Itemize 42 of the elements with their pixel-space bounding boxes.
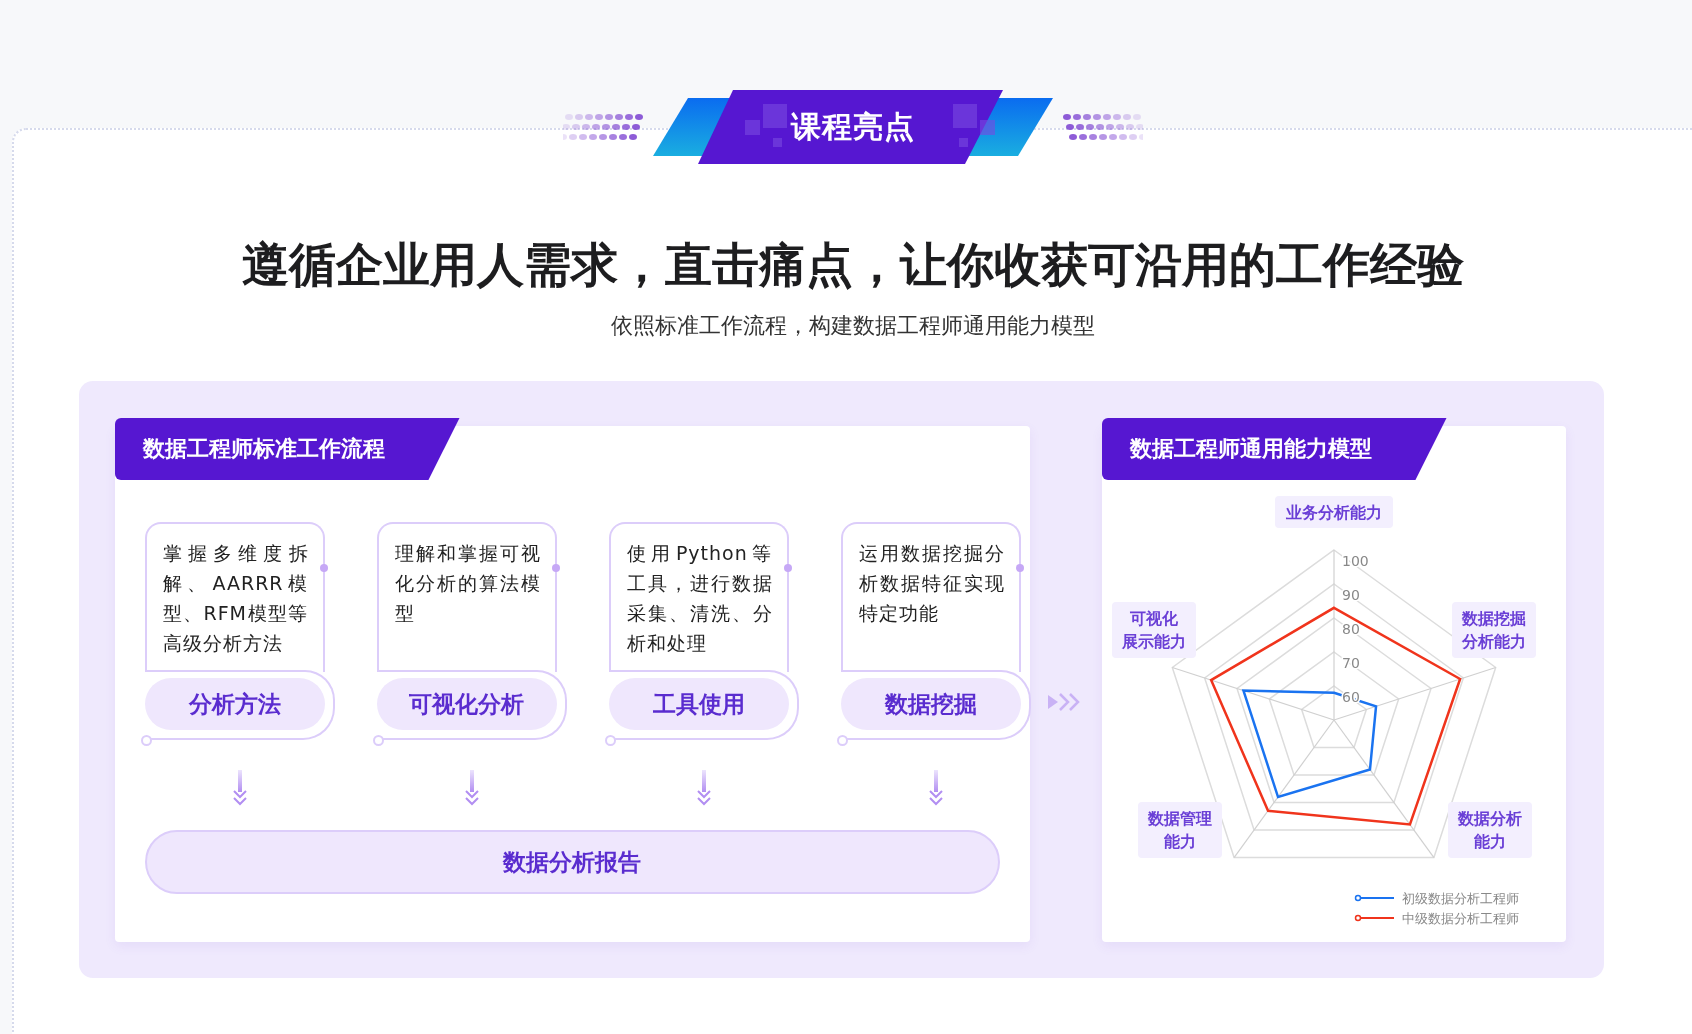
connector-dot-icon <box>319 564 328 572</box>
subheadline: 依照标准工作流程，构建数据工程师通用能力模型 <box>611 312 1095 340</box>
card-title: 数据工程师通用能力模型 <box>1101 418 1447 480</box>
double-down-arrow-icon <box>462 770 481 806</box>
spoke-label: 数据挖掘分析能力 <box>1460 609 1526 651</box>
tick-label: 90 <box>1341 587 1360 603</box>
step-label: 可视化分析 <box>376 678 557 730</box>
double-down-arrow-icon <box>230 770 249 806</box>
connector-dot-icon <box>551 564 560 572</box>
dot-pattern-icon <box>563 112 645 142</box>
spoke-label: 可视化展示能力 <box>1120 609 1186 651</box>
tick-label: 80 <box>1341 621 1360 637</box>
double-down-arrow-icon <box>694 770 713 806</box>
tick-label: 70 <box>1341 655 1360 671</box>
connector-dot-icon <box>1015 564 1024 572</box>
banner-title: 课程亮点 <box>791 107 915 146</box>
step-label: 工具使用 <box>608 678 789 730</box>
spoke-label: 数据管理能力 <box>1146 809 1212 851</box>
headline: 遵循企业用人需求，直击痛点，让你收获可沿用的工作经验 <box>242 236 1464 294</box>
legend-label: 中级数据分析工程师 <box>1401 911 1519 926</box>
axis-label: 业务分析能力 <box>1274 496 1393 528</box>
legend-line-icon <box>1354 894 1395 902</box>
axis-label: 数据分析能力 <box>1447 802 1532 858</box>
dot-pattern-icon <box>1061 112 1143 142</box>
step-description: 理解和掌握可视化分析的算法模型 <box>376 522 557 672</box>
card-title: 数据工程师标准工作流程 <box>114 418 460 480</box>
step-description: 使用Python等工具，进行数据采集、清洗、分析和处理 <box>608 522 789 672</box>
step-label: 数据挖掘 <box>840 678 1021 730</box>
connector-dot-icon <box>783 564 792 572</box>
spoke-label: 数据分析能力 <box>1456 809 1522 851</box>
spoke-label: 业务分析能力 <box>1284 503 1382 522</box>
step-description: 运用数据挖掘分析数据特征实现特定功能 <box>840 522 1021 672</box>
axis-label: 可视化展示能力 <box>1111 602 1196 658</box>
axis-label: 数据挖掘分析能力 <box>1451 602 1536 658</box>
legend-label: 初级数据分析工程师 <box>1401 891 1519 906</box>
axis-label: 数据管理能力 <box>1137 802 1222 858</box>
step-description: 掌握多维度拆解、AARRR模型、RFM模型等高级分析方法 <box>144 522 325 672</box>
tick-label: 100 <box>1341 553 1369 569</box>
result-label: 数据分析报告 <box>144 830 1000 894</box>
legend-line-icon <box>1354 914 1395 922</box>
step-label: 分析方法 <box>144 678 325 730</box>
double-down-arrow-icon <box>926 770 945 806</box>
